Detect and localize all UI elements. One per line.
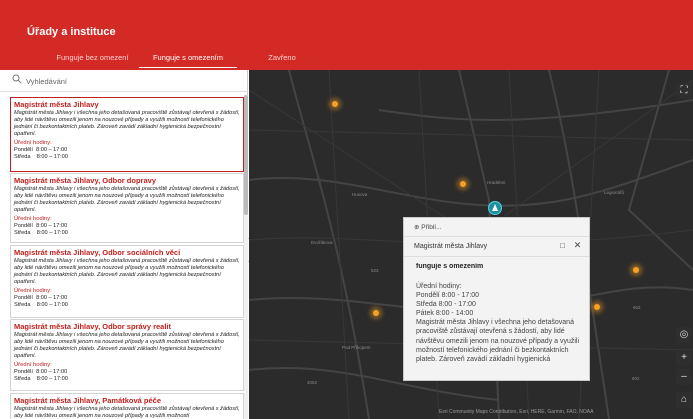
- card-description: Magistrát města Jihlavy i všechna jeho d…: [14, 258, 240, 285]
- card-description: Magistrát města Jihlavy i všechna jeho d…: [14, 332, 240, 359]
- card-description: Magistrát města Jihlavy i všechna jeho d…: [14, 406, 240, 419]
- tab-no-restrictions[interactable]: Funguje bez omezení: [44, 53, 141, 70]
- tab-with-restrictions[interactable]: Funguje s omezením: [139, 53, 237, 70]
- expand-icon: ⛶: [680, 85, 688, 96]
- card-hours-label: Úřední hodiny:: [14, 216, 52, 222]
- card-title: Magistrát města Jihlavy, Odbor správy re…: [14, 322, 172, 331]
- fullscreen-button[interactable]: ⛶: [676, 83, 692, 99]
- dock-icon: □: [560, 241, 565, 250]
- popup-header: Magistrát města Jihlavy □ ✕: [404, 237, 589, 257]
- street-label: Legionářů: [604, 190, 625, 195]
- zoom-in-icon: +: [681, 352, 687, 363]
- list-item[interactable]: Magistrát města Jihlavy Magistrát města …: [10, 97, 244, 172]
- close-icon: ✕: [573, 240, 582, 250]
- card-hours-line: Pondělí 8:00 – 17:00: [14, 147, 68, 153]
- list-item[interactable]: Magistrát města Jihlavy, Odbor správy re…: [10, 319, 244, 391]
- tab-label: Funguje bez omezení: [56, 53, 129, 62]
- search-input[interactable]: [26, 74, 226, 88]
- popup-title: Magistrát města Jihlavy: [414, 243, 488, 250]
- card-title: Magistrát města Jihlavy, Památková péče: [14, 396, 162, 405]
- popup-description: Magistrát města Jihlavy i všechna jeho d…: [416, 319, 580, 363]
- zoom-out-icon: –: [681, 371, 687, 382]
- zoom-to-label: Přiblí...: [421, 224, 442, 231]
- scrollbar-thumb[interactable]: [244, 95, 248, 215]
- card-hours-line: Pondělí 8:00 – 17:00: [14, 223, 68, 229]
- office-marker[interactable]: [460, 181, 466, 187]
- list-item[interactable]: Magistrát města Jihlavy, Odbor sociálníc…: [10, 245, 244, 318]
- close-button[interactable]: ✕: [573, 241, 582, 251]
- list-item[interactable]: Magistrát města Jihlavy, Památková péče …: [10, 393, 244, 419]
- card-hours-label: Úřední hodiny:: [14, 288, 52, 294]
- street-label: Dvořákova: [311, 240, 333, 245]
- road-number: 4062: [307, 380, 318, 385]
- list-item[interactable]: Magistrát města Jihlavy, Odbor dopravy M…: [10, 173, 244, 243]
- street-label: Pod Příkopem: [342, 345, 371, 350]
- office-marker[interactable]: [373, 310, 379, 316]
- office-marker[interactable]: [332, 101, 338, 107]
- street-label: Hradební: [487, 180, 506, 185]
- app-title: Úřady a instituce: [27, 26, 116, 38]
- office-marker[interactable]: [633, 267, 639, 273]
- home-button[interactable]: ⌂: [676, 392, 692, 408]
- popup-line: Pátek 8:00 - 14:00: [416, 310, 474, 318]
- card-hours-label: Úřední hodiny:: [14, 140, 52, 146]
- card-hours-line: Středa 8:00 – 17:00: [14, 154, 68, 160]
- office-marker[interactable]: [594, 304, 600, 310]
- card-description: Magistrát města Jihlavy i všechna jeho d…: [14, 186, 240, 213]
- active-tab-indicator: [139, 66, 237, 68]
- office-list: Magistrát města Jihlavy Magistrát města …: [0, 95, 244, 419]
- map-view[interactable]: Hradební Pod Příkopem Dvořákova Husova L…: [249, 70, 693, 419]
- street-label: Husova: [352, 192, 368, 197]
- road-number: 602: [632, 376, 640, 381]
- feature-popup: ⊕ Přiblí... Magistrát města Jihlavy □ ✕ …: [403, 217, 590, 381]
- road-number: 523: [371, 268, 379, 273]
- zoom-out-button[interactable]: –: [676, 369, 692, 385]
- road-number: 602: [633, 305, 641, 310]
- zoom-icon: ⊕: [414, 224, 420, 231]
- zoom-in-button[interactable]: +: [676, 350, 692, 366]
- sidebar: Magistrát města Jihlavy Magistrát města …: [0, 70, 248, 419]
- popup-line: Středa 8:00 - 17:00: [416, 301, 476, 309]
- popup-line: Pondělí 8:00 - 17:00: [416, 292, 480, 300]
- tab-closed[interactable]: Zavřeno: [250, 53, 314, 70]
- locate-button[interactable]: ◎: [676, 327, 692, 343]
- status-tabs: Funguje bez omezení Funguje s omezením Z…: [0, 53, 693, 70]
- card-title: Magistrát města Jihlavy, Odbor dopravy: [14, 176, 156, 185]
- tab-label: Zavřeno: [268, 53, 296, 62]
- card-hours-line: Pondělí 8:00 – 17:00: [14, 295, 68, 301]
- selected-office-marker[interactable]: [488, 201, 502, 215]
- home-icon: ⌂: [680, 394, 688, 405]
- app-header: Úřady a instituce Funguje bez omezení Fu…: [0, 0, 693, 70]
- card-description: Magistrát města Jihlavy i všechna jeho d…: [14, 110, 240, 137]
- search-bar: [0, 70, 248, 92]
- zoom-to-button[interactable]: ⊕ Přiblí...: [404, 218, 589, 237]
- dock-button[interactable]: □: [558, 242, 567, 251]
- card-hours-label: Úřední hodiny:: [14, 362, 52, 368]
- popup-body: funguje s omezením Úřední hodiny: Ponděl…: [416, 263, 586, 378]
- locate-icon: ◎: [679, 329, 689, 340]
- card-hours-line: Pondělí 8:00 – 17:00: [14, 369, 68, 375]
- card-hours-line: Středa 8:00 – 17:00: [14, 230, 68, 236]
- map-attribution: Esri Community Maps Contributors, Esri, …: [439, 409, 594, 415]
- card-hours-line: Středa 8:00 – 17:00: [14, 376, 68, 382]
- tab-label: Funguje s omezením: [152, 53, 224, 62]
- card-title: Magistrát města Jihlavy, Odbor sociálníc…: [14, 248, 181, 257]
- card-title: Magistrát města Jihlavy: [14, 100, 99, 109]
- card-hours-line: Středa 8:00 – 17:00: [14, 302, 68, 308]
- popup-status: funguje s omezením: [416, 263, 484, 270]
- popup-line: Úřední hodiny:: [416, 283, 462, 290]
- search-icon: [12, 74, 22, 84]
